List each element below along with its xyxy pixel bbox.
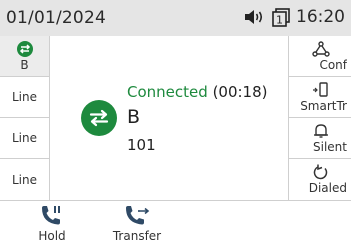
silent-key[interactable]: Silent	[289, 118, 351, 159]
silent-key-label: Silent	[313, 139, 347, 154]
phone-screen: 01/01/2024 1 16:20 B Line Line Line Conn…	[0, 0, 351, 247]
line-indicator-number: 1	[276, 13, 283, 26]
soft-key-bar: Hold Transfer	[0, 200, 351, 247]
conference-icon	[289, 40, 347, 57]
smart-transfer-key[interactable]: SmartTr	[289, 77, 351, 118]
line-key-label: Line	[11, 90, 37, 104]
status-date: 01/01/2024	[6, 8, 106, 28]
line-key-3[interactable]: Line	[0, 118, 49, 159]
line-key-label: Line	[11, 131, 37, 145]
call-panel: Connected (00:18) B 101	[51, 36, 287, 200]
line-key-label: B	[20, 57, 29, 72]
conf-key[interactable]: Conf	[289, 36, 351, 77]
line-keys-column: B Line Line Line	[0, 36, 50, 200]
line-indicator-icon: 1	[272, 7, 290, 27]
speaker-volume-icon	[244, 9, 266, 25]
call-name: B	[127, 106, 141, 128]
dialed-key[interactable]: Dialed	[289, 159, 351, 200]
transfer-button-label: Transfer	[112, 229, 162, 243]
hold-button-label: Hold	[38, 229, 66, 243]
conf-key-label: Conf	[319, 57, 347, 72]
status-bar: 01/01/2024 1 16:20	[0, 0, 351, 36]
smart-transfer-icon	[289, 81, 347, 98]
feature-keys-column: Conf SmartTr Silent Dialed	[288, 36, 351, 200]
phone-hold-icon	[39, 203, 65, 229]
line-key-label: Line	[11, 172, 37, 187]
transfer-arrows-icon	[16, 40, 33, 57]
dialed-key-label: Dialed	[308, 181, 347, 195]
call-state: Connected	[127, 83, 208, 101]
bell-icon	[289, 123, 347, 139]
redial-icon	[289, 164, 347, 180]
transfer-button[interactable]: Transfer	[107, 203, 167, 247]
call-duration: (00:18)	[212, 83, 268, 101]
line-key-b[interactable]: B	[0, 36, 49, 77]
status-right-group: 1 16:20	[244, 7, 345, 27]
call-number: 101	[127, 136, 156, 154]
transfer-arrows-icon	[81, 100, 117, 136]
status-time: 16:20	[296, 7, 345, 27]
hold-button[interactable]: Hold	[22, 203, 82, 247]
line-key-2[interactable]: Line	[0, 77, 49, 118]
smart-transfer-key-label: SmartTr	[300, 98, 347, 113]
call-status: Connected (00:18)	[127, 83, 268, 101]
line-key-4[interactable]: Line	[0, 159, 49, 200]
phone-transfer-icon	[123, 203, 151, 229]
